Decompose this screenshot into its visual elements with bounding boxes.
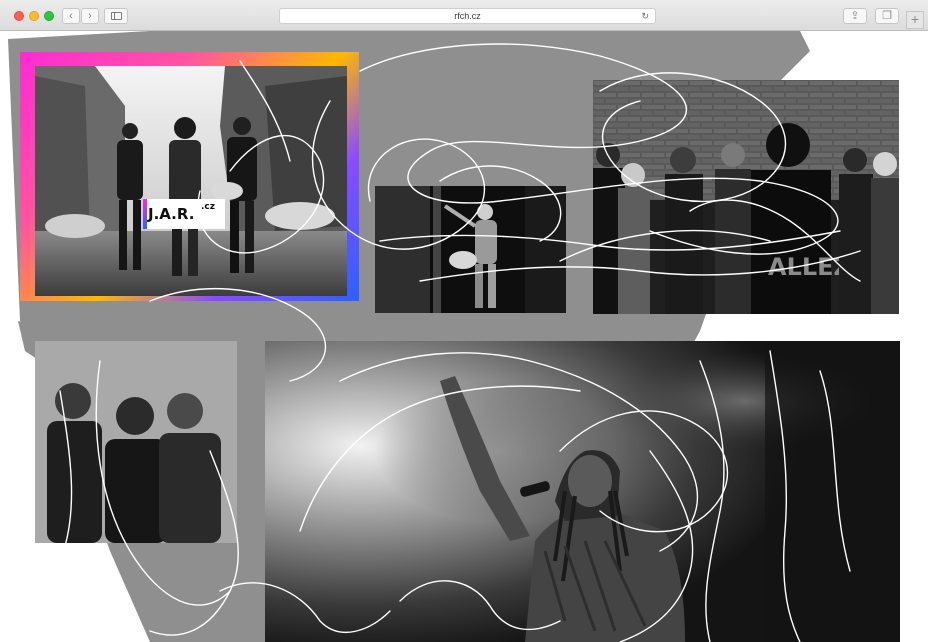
sidebar-icon (111, 12, 122, 20)
chevron-left-icon: ‹ (69, 10, 73, 22)
minimize-window-button[interactable] (29, 11, 39, 21)
band-brick-photo[interactable]: ALLEZ (593, 80, 899, 314)
share-button[interactable]: ⇪ (843, 8, 867, 24)
band-brick-image: ALLEZ (593, 80, 899, 314)
trio-band-image (35, 341, 237, 543)
chevron-right-icon: › (88, 10, 92, 22)
show-tabs-button[interactable]: ❐ (875, 8, 899, 24)
address-bar[interactable]: rfch.cz ↻ (279, 8, 656, 24)
featured-photo-frame[interactable]: J.A.R. .cz (20, 52, 359, 301)
logo-text: J.A.R. (148, 205, 195, 223)
back-button[interactable]: ‹ (62, 8, 80, 24)
page-content: J.A.R. .cz ALLEZ (0, 31, 928, 642)
guitarist-image (375, 186, 566, 313)
singer-photo[interactable] (265, 341, 900, 642)
reload-icon[interactable]: ↻ (641, 9, 649, 23)
logo-tld: .cz (201, 202, 215, 212)
tabs-icon: ❐ (882, 10, 892, 22)
band-photo (35, 66, 347, 296)
browser-toolbar: ‹ › rfch.cz ↻ ⇪ ❐ + (0, 0, 928, 31)
jar-logo: J.A.R. .cz (143, 199, 225, 229)
zoom-window-button[interactable] (44, 11, 54, 21)
svg-text:ALLEZ: ALLEZ (768, 253, 851, 281)
new-tab-button[interactable]: + (906, 11, 924, 29)
trio-band-photo[interactable] (35, 341, 237, 543)
logo-tld-text: cz (204, 202, 215, 212)
close-window-button[interactable] (14, 11, 24, 21)
sidebar-toggle-button[interactable] (104, 8, 128, 24)
url-text: rfch.cz (454, 11, 481, 21)
plus-icon: + (910, 11, 920, 27)
share-icon: ⇪ (850, 10, 860, 22)
singer-image (265, 341, 900, 642)
forward-button[interactable]: › (81, 8, 99, 24)
guitarist-photo[interactable] (375, 186, 566, 313)
